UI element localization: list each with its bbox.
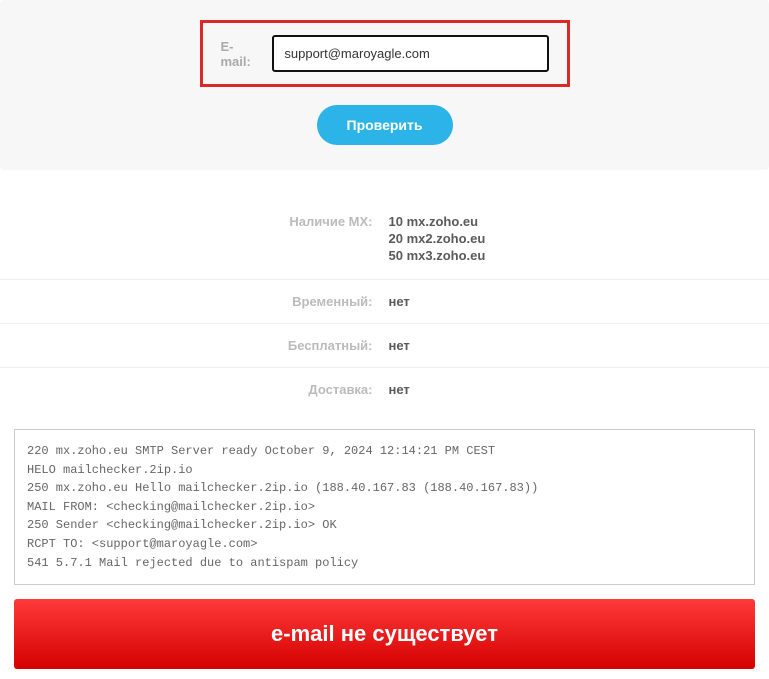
free-row: Бесплатный: нет (0, 324, 769, 368)
check-button[interactable]: Проверить (317, 105, 453, 145)
log-line: 250 mx.zoho.eu Hello mailchecker.2ip.io … (27, 479, 742, 498)
disposable-value: нет (385, 294, 769, 309)
log-line: 220 mx.zoho.eu SMTP Server ready October… (27, 442, 742, 461)
log-line: 250 Sender <checking@mailchecker.2ip.io>… (27, 516, 742, 535)
email-field[interactable] (272, 35, 548, 72)
delivery-label: Доставка: (0, 382, 385, 397)
log-line: MAIL FROM: <checking@mailchecker.2ip.io> (27, 498, 742, 517)
log-line: RCPT TO: <support@maroyagle.com> (27, 535, 742, 554)
mx-record: 50 mx3.zoho.eu (389, 248, 769, 263)
log-line: HELO mailchecker.2ip.io (27, 461, 742, 480)
form-section: E-mail: Проверить (0, 0, 769, 170)
smtp-log: 220 mx.zoho.eu SMTP Server ready October… (14, 429, 755, 585)
mx-row: Наличие MX: 10 mx.zoho.eu 20 mx2.zoho.eu… (0, 200, 769, 280)
mx-record: 20 mx2.zoho.eu (389, 231, 769, 246)
email-input-group: E-mail: (200, 20, 570, 87)
mx-value: 10 mx.zoho.eu 20 mx2.zoho.eu 50 mx3.zoho… (385, 214, 769, 265)
delivery-value: нет (385, 382, 769, 397)
disposable-label: Временный: (0, 294, 385, 309)
status-banner: e-mail не существует (14, 599, 755, 669)
disposable-row: Временный: нет (0, 280, 769, 324)
delivery-row: Доставка: нет (0, 368, 769, 411)
email-label: E-mail: (221, 39, 263, 69)
mx-record: 10 mx.zoho.eu (389, 214, 769, 229)
results-section: Наличие MX: 10 mx.zoho.eu 20 mx2.zoho.eu… (0, 170, 769, 411)
log-line: 541 5.7.1 Mail rejected due to antispam … (27, 554, 742, 573)
mx-label: Наличие MX: (0, 214, 385, 265)
free-value: нет (385, 338, 769, 353)
free-label: Бесплатный: (0, 338, 385, 353)
